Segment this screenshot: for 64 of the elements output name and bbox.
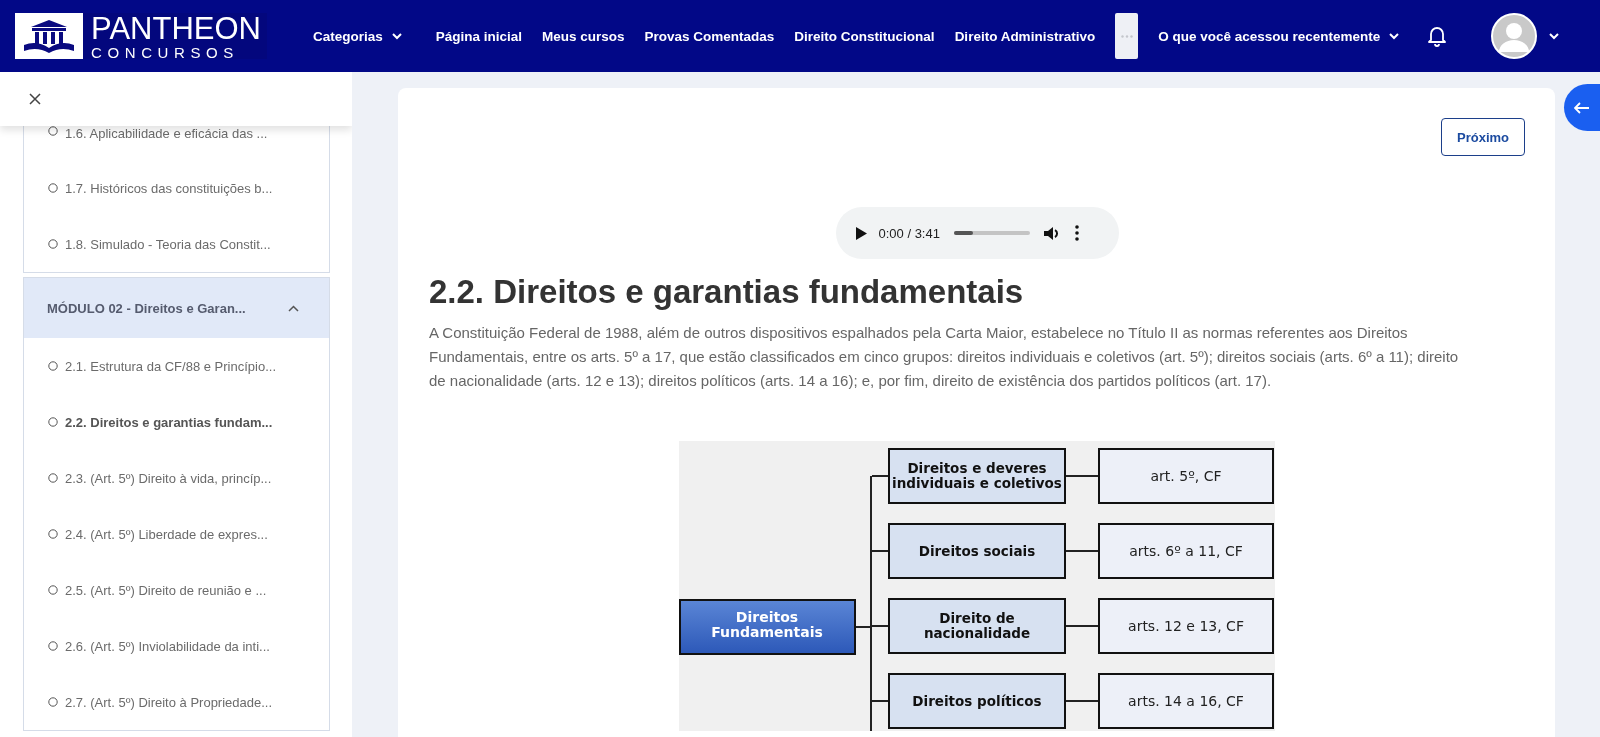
logo-subtitle: CONCURSOS [91, 44, 240, 60]
lesson-item[interactable]: 2.6. (Art. 5º) Inviolabilidade da inti... [24, 618, 329, 674]
circle-icon [48, 417, 58, 427]
connector-line [1065, 550, 1099, 552]
circle-icon [48, 239, 58, 249]
play-icon[interactable] [855, 226, 867, 240]
temple-book-icon [21, 18, 77, 54]
next-button[interactable]: Próximo [1441, 118, 1525, 156]
volume-icon[interactable] [1043, 225, 1061, 241]
more-button[interactable] [1115, 13, 1139, 59]
lesson-paragraph: A Constituição Federal de 1988, além de outros dispositivos espalhados pela Carta Maior, estabelece no Título II as normas referentes aos Direitos Fundamentais, entre os arts. 5º a 17, que estão classificados em cinco grupos: direitos individuais e coletivos (art. 5º); direitos sociais (arts. 6º a 11); direito de nacionalidade (arts. 12 e 13); direitos políticos (arts. 14 a 16); e, por fim, direito de existência dos partidos políticos (art. 17). [429, 323, 1460, 391]
logo-title: PANTHEON [91, 12, 261, 44]
connector-line [1065, 625, 1099, 627]
notification-bell-icon[interactable] [1427, 25, 1448, 47]
lesson-item[interactable]: 2.4. (Art. 5º) Liberdade de expres... [24, 506, 329, 562]
circle-icon [48, 697, 58, 707]
lesson-item[interactable]: 2.3. (Art. 5º) Direito à vida, princíp... [24, 450, 329, 506]
chevron-down-icon[interactable] [1549, 32, 1560, 40]
circle-icon [48, 183, 58, 193]
diagram-node: Direitos políticos [888, 673, 1066, 729]
chevron-down-icon [391, 32, 402, 40]
connector-line [1065, 475, 1099, 477]
close-icon [29, 93, 41, 105]
lesson-item[interactable]: 2.1. Estrutura da CF/88 e Princípio... [24, 338, 329, 394]
audio-progress-track[interactable] [953, 231, 1030, 235]
nav-dropdown[interactable]: O que você acessou recentemente [1158, 28, 1400, 44]
lesson-item[interactable]: 1.8. Simulado - Teoria das Constit... [24, 216, 329, 272]
logo[interactable]: PANTHEON CONCURSOS [15, 13, 267, 59]
lesson-item[interactable]: 1.6. Aplicabilidade e eficácia das ... [24, 126, 329, 160]
nav-link[interactable]: Página inicial [435, 28, 522, 44]
lesson-title: 2.2. Direitos e garantias fundamentais [429, 273, 1025, 311]
nav-link[interactable]: Provas Comentadas [644, 28, 775, 44]
diagram-node: Direitos sociais [888, 523, 1066, 579]
chevron-down-icon [1389, 32, 1400, 40]
nav-link[interactable]: Meus cursos [542, 28, 625, 44]
lesson-item[interactable]: 1.7. Históricos das constituições b... [24, 160, 329, 216]
nav-link[interactable]: Direito Constitucional [794, 28, 935, 44]
circle-icon [48, 361, 58, 371]
nav-link[interactable]: Direito Administrativo [954, 28, 1096, 44]
diagram-node: Direitos Fundamentais [679, 599, 856, 655]
diagram-node: art. 5º, CF [1098, 448, 1274, 504]
diagram-node: arts. 14 a 16, CF [1098, 673, 1274, 729]
module-header[interactable]: MÓDULO 02 - Direitos e Garan... [24, 278, 329, 338]
audio-time: 0:00 / 3:41 [878, 225, 940, 241]
lesson-item[interactable]: 2.5. (Art. 5º) Direito de reunião e ... [24, 562, 329, 618]
lesson-item[interactable]: 2.2. Direitos e garantias fundam... [24, 394, 329, 450]
back-arrow-button[interactable] [1564, 84, 1600, 131]
circle-icon [48, 585, 58, 595]
diagram-node: arts. 6º a 11, CF [1098, 523, 1274, 579]
nav-dropdown[interactable]: Categorias [312, 28, 402, 44]
circle-icon [48, 473, 58, 483]
circle-icon [48, 126, 58, 136]
circle-icon [48, 529, 58, 539]
close-button[interactable] [28, 92, 42, 106]
arrow-left-icon [1574, 101, 1590, 114]
user-avatar-icon[interactable] [1491, 13, 1538, 59]
diagram-node: arts. 12 e 13, CF [1098, 598, 1274, 654]
circle-icon [48, 641, 58, 651]
diagram-node: Direito de nacionalidade [888, 598, 1066, 654]
more-options-icon[interactable] [1074, 225, 1079, 241]
chevron-up-icon [288, 304, 299, 312]
connector-line [1065, 700, 1099, 702]
lesson-item[interactable]: 2.7. (Art. 5º) Direito à Propriedade... [24, 674, 329, 730]
diagram-node: Direitos e deveres individuais e coletivos [888, 448, 1066, 504]
